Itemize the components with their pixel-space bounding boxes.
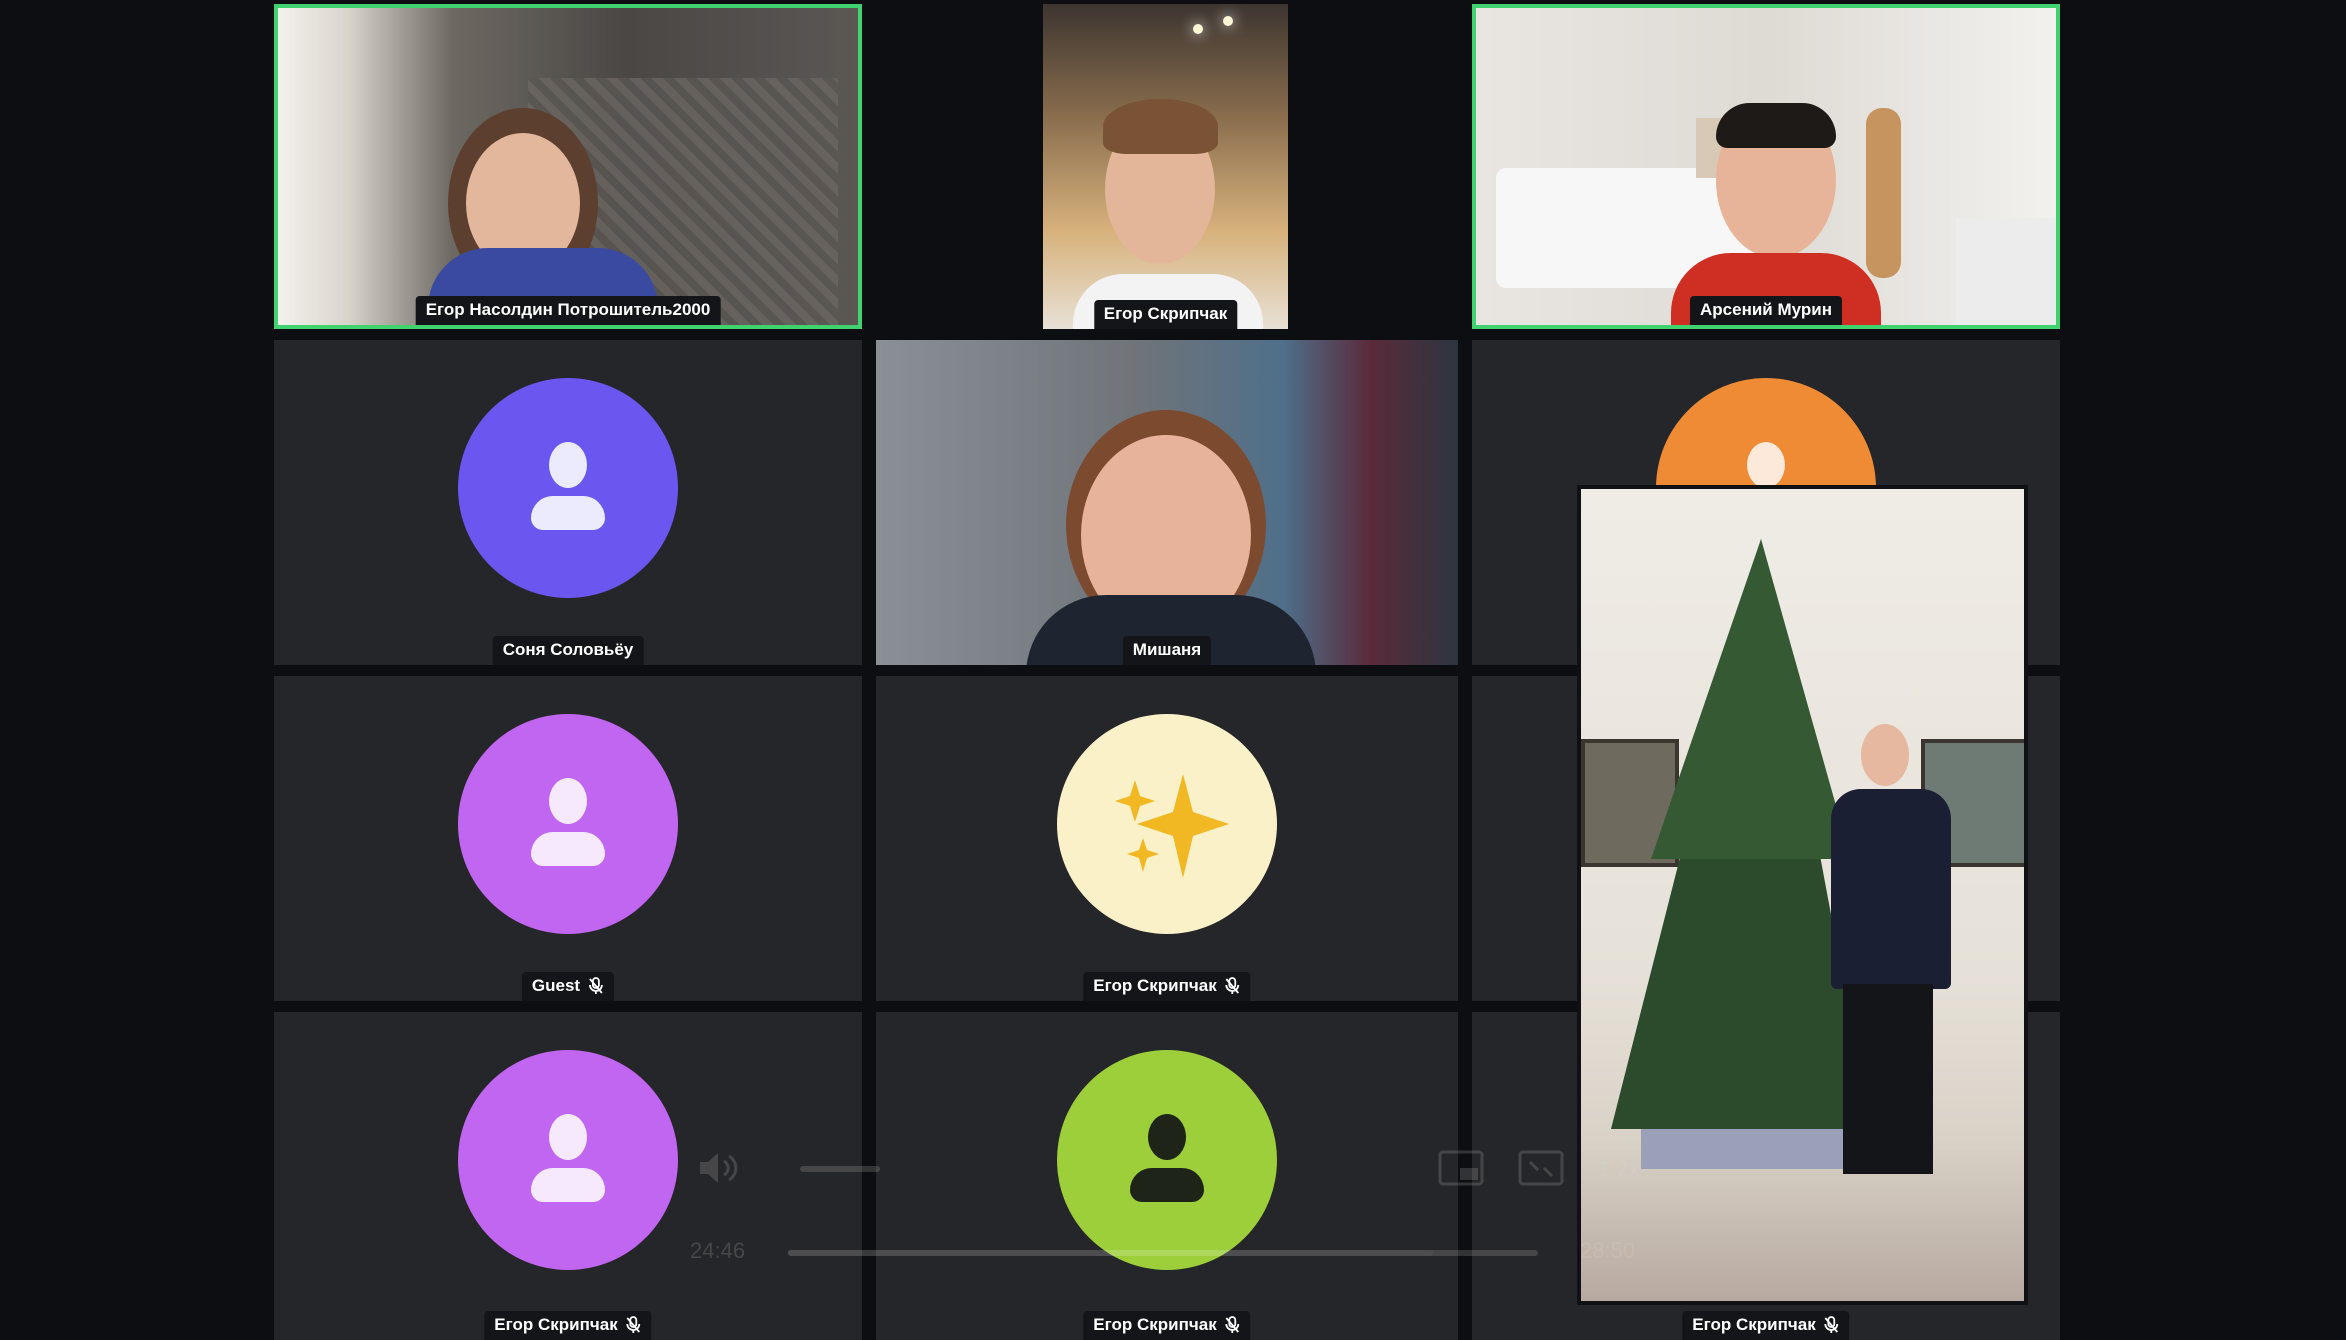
mic-off-icon <box>589 977 603 994</box>
media-player-controls[interactable]: 1.2x 24:46 28:50 <box>660 1110 1660 1270</box>
total-time: 28:50 <box>1580 1238 1636 1263</box>
progress-track[interactable] <box>788 1250 1538 1256</box>
participant-name: Егор Скрипчак <box>1093 1315 1217 1334</box>
participant-name-tag: Егор Скрипчак <box>1083 1311 1251 1340</box>
participant-tile-guest[interactable]: Guest <box>274 676 862 1001</box>
participant-name: Егор Скрипчак <box>1692 1315 1816 1334</box>
participant-name-tag: Арсений Мурин <box>1690 296 1842 325</box>
picture-in-picture-icon[interactable] <box>1438 1150 1484 1188</box>
participant-tile-mishanya[interactable]: Мишаня <box>876 340 1458 665</box>
participant-video <box>278 8 858 325</box>
fullscreen-icon[interactable] <box>1518 1150 1564 1188</box>
participant-video <box>1043 4 1288 329</box>
participant-name: Егор Насолдин Потрошитель2000 <box>425 300 711 319</box>
participant-name-tag: Егор Насолдин Потрошитель2000 <box>415 296 721 325</box>
participant-name-tag: Егор Скрипчак <box>1083 972 1251 1001</box>
participant-name-tag: Guest <box>521 972 615 1001</box>
person-icon <box>549 442 587 488</box>
participant-tile-egor-skripchak-video[interactable]: Егор Скрипчак <box>1043 4 1288 329</box>
mic-off-icon <box>1225 977 1240 994</box>
participant-video <box>876 340 1458 665</box>
mic-off-icon <box>626 1316 641 1333</box>
progress-fill <box>788 1250 1433 1256</box>
participant-name-tag: Мишаня <box>1122 636 1212 665</box>
person-icon <box>549 778 587 824</box>
participant-tile-sonya[interactable]: Соня Соловьёу <box>274 340 862 665</box>
participant-name: Арсений Мурин <box>1700 300 1832 319</box>
participant-name-tag: Егор Скрипчак <box>1093 300 1238 329</box>
avatar <box>458 714 678 934</box>
mic-off-icon <box>1824 1316 1839 1333</box>
participant-name: Егор Скрипчак <box>1103 304 1228 323</box>
volume-icon[interactable] <box>696 1148 746 1188</box>
participant-tile-egor-nasoldin[interactable]: Егор Насолдин Потрошитель2000 <box>274 4 862 329</box>
participant-name: Мишаня <box>1132 640 1202 659</box>
participant-video <box>1476 8 2056 325</box>
participant-name: Guest <box>531 976 581 995</box>
participant-name: Егор Скрипчак <box>494 1315 618 1334</box>
playback-speed[interactable]: 1.2x <box>1598 1156 1640 1182</box>
volume-slider[interactable] <box>800 1166 880 1172</box>
avatar <box>1057 714 1277 934</box>
person-icon <box>1747 442 1785 488</box>
participant-name: Соня Соловьёу <box>502 640 634 659</box>
participant-name-tag: Егор Скрипчак <box>484 1311 652 1340</box>
participant-name-tag: Соня Соловьёу <box>492 636 644 665</box>
participant-name: Егор Скрипчак <box>1093 976 1217 995</box>
avatar <box>458 378 678 598</box>
person-icon <box>549 1114 587 1160</box>
participant-tile-arseniy-murin[interactable]: Арсений Мурин <box>1472 4 2060 329</box>
mic-off-icon <box>1225 1316 1240 1333</box>
sparkles-icon <box>1115 774 1229 878</box>
current-time: 24:46 <box>690 1238 746 1263</box>
participant-name-tag: Егор Скрипчак <box>1682 1311 1850 1340</box>
avatar <box>458 1050 678 1270</box>
participant-tile-egor-skripchak-sparkles[interactable]: Егор Скрипчак <box>876 676 1458 1001</box>
